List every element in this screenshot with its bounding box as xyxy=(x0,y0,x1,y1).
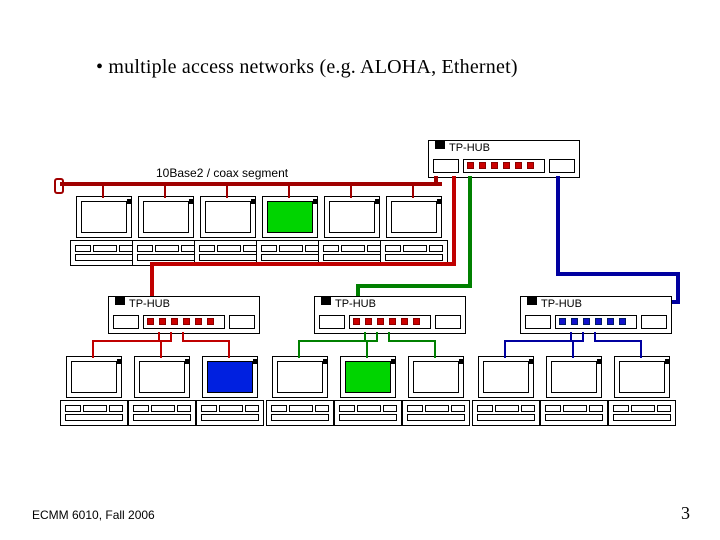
trunk-right-v1 xyxy=(556,176,560,274)
hub-drop xyxy=(434,340,436,358)
trunk-mid-h xyxy=(356,284,472,288)
hub-port xyxy=(401,318,408,325)
hub-port xyxy=(183,318,190,325)
hub-port xyxy=(377,318,384,325)
hub-drop xyxy=(388,332,390,340)
hub-port xyxy=(147,318,154,325)
hub-drop xyxy=(366,340,368,358)
hub-drop xyxy=(298,340,366,342)
coax-segment xyxy=(60,182,430,186)
hub-drop xyxy=(570,332,572,340)
hub-right: TP-HUB xyxy=(520,296,672,334)
hub-port xyxy=(413,318,420,325)
hub-port xyxy=(207,318,214,325)
hub-port xyxy=(479,162,486,169)
hub-drop xyxy=(376,332,378,340)
computer-icon xyxy=(334,356,400,428)
hub-port xyxy=(491,162,498,169)
hub-port xyxy=(389,318,396,325)
trunk-mid-v xyxy=(468,176,472,286)
hub-drop xyxy=(572,340,574,358)
hub-drop xyxy=(228,340,230,358)
computer-icon xyxy=(132,196,198,268)
computer-icon xyxy=(194,196,260,268)
hub-drop xyxy=(170,332,172,340)
hub-port xyxy=(503,162,510,169)
computer-icon xyxy=(256,196,322,268)
trunk-right-h1 xyxy=(556,272,680,276)
coax-to-hub-v xyxy=(434,176,438,186)
computer-icon xyxy=(318,196,384,268)
hub-port xyxy=(619,318,626,325)
slide-bullet: • multiple access networks (e.g. ALOHA, … xyxy=(96,56,518,79)
coax-drop xyxy=(164,184,166,198)
coax-drop xyxy=(350,184,352,198)
trunk-left-drop xyxy=(150,262,154,298)
hub-drop xyxy=(158,332,160,340)
hub-drop xyxy=(298,340,300,358)
hub-port xyxy=(353,318,360,325)
computer-icon xyxy=(70,196,136,268)
hub-port xyxy=(159,318,166,325)
hub-drop xyxy=(594,332,596,340)
hub-drop xyxy=(182,340,230,342)
hub-right-label: TP-HUB xyxy=(541,298,582,310)
hub-drop xyxy=(504,340,572,342)
hub-mid: TP-HUB xyxy=(314,296,466,334)
computer-icon xyxy=(196,356,262,428)
hub-port xyxy=(595,318,602,325)
trunk-left-h xyxy=(150,262,456,266)
hub-drop xyxy=(594,340,642,342)
hub-drop xyxy=(160,340,162,358)
hub-left-label: TP-HUB xyxy=(129,298,170,310)
computer-icon xyxy=(402,356,468,428)
trunk-right-v2 xyxy=(676,272,680,302)
computer-icon xyxy=(540,356,606,428)
hub-drop xyxy=(640,340,642,358)
hub-port xyxy=(527,162,534,169)
coax-drop xyxy=(412,184,414,198)
coax-drop xyxy=(102,184,104,198)
hub-port xyxy=(365,318,372,325)
hub-drop xyxy=(504,340,506,358)
hub-port xyxy=(467,162,474,169)
hub-drop xyxy=(92,340,94,358)
terminator-left xyxy=(54,178,64,194)
hub-drop xyxy=(182,332,184,340)
hub-drop xyxy=(582,332,584,340)
coax-drop xyxy=(288,184,290,198)
hub-port xyxy=(559,318,566,325)
coax-drop xyxy=(226,184,228,198)
hub-mid-label: TP-HUB xyxy=(335,298,376,310)
footer-course: ECMM 6010, Fall 2006 xyxy=(32,508,155,522)
computer-icon xyxy=(60,356,126,428)
hub-left: TP-HUB xyxy=(108,296,260,334)
hub-port xyxy=(515,162,522,169)
hub-top-label: TP-HUB xyxy=(449,142,490,154)
trunk-left-v xyxy=(452,176,456,264)
hub-port xyxy=(195,318,202,325)
hub-top: TP-HUB xyxy=(428,140,580,178)
computer-icon xyxy=(266,356,332,428)
hub-port xyxy=(171,318,178,325)
hub-drop xyxy=(92,340,160,342)
hub-port xyxy=(571,318,578,325)
hub-drop xyxy=(388,340,436,342)
hub-port xyxy=(607,318,614,325)
page-number: 3 xyxy=(681,503,690,524)
computer-icon xyxy=(128,356,194,428)
hub-drop xyxy=(364,332,366,340)
computer-icon xyxy=(380,196,446,268)
hub-port xyxy=(583,318,590,325)
coax-segment-label: 10Base2 / coax segment xyxy=(156,166,288,180)
computer-icon xyxy=(608,356,674,428)
computer-icon xyxy=(472,356,538,428)
